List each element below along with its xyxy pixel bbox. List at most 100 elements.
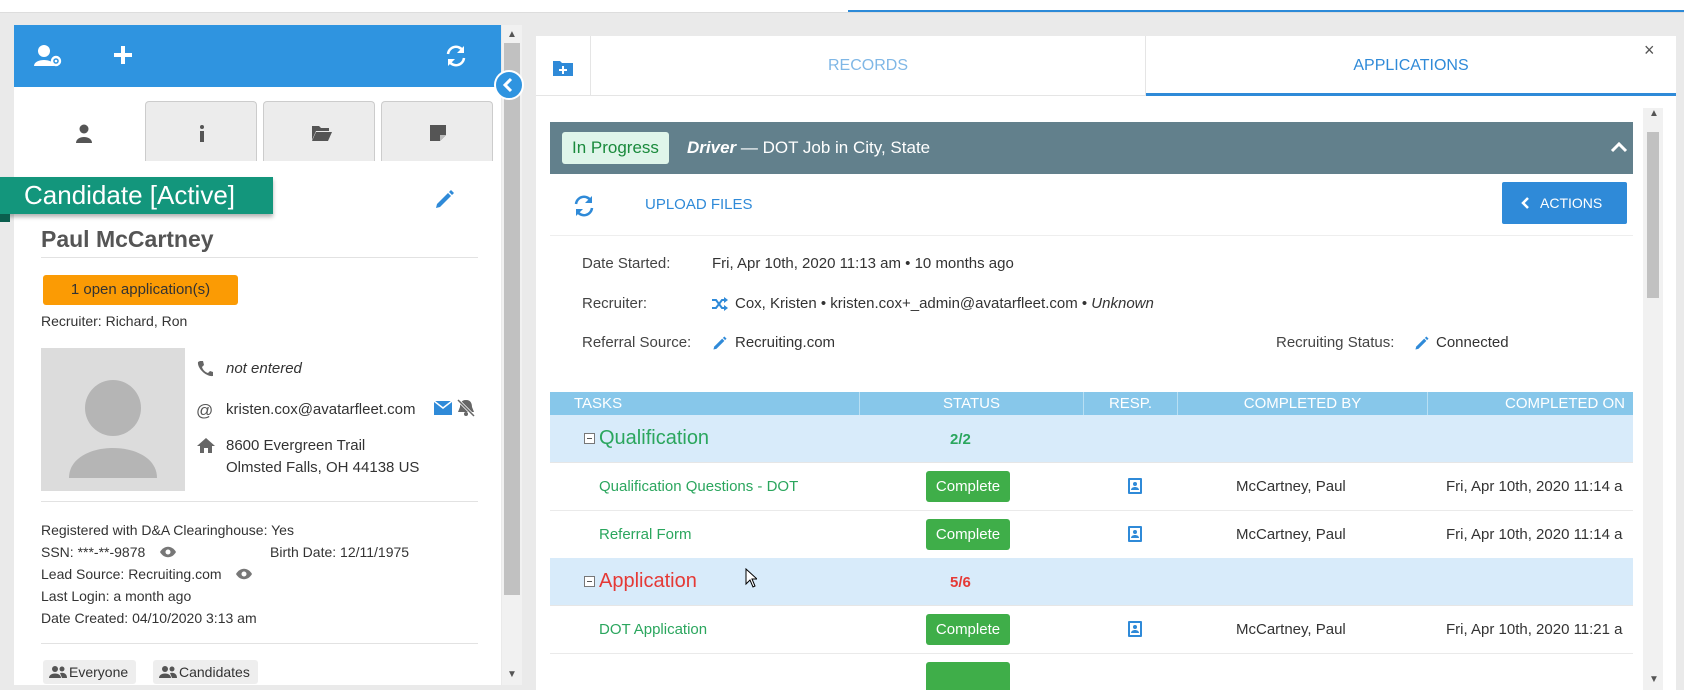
recruiting-status-value: Connected	[1436, 334, 1509, 351]
column-header-tasks[interactable]: TASKS	[550, 392, 860, 415]
left-scrollbar[interactable]: ▲ ▼	[502, 25, 522, 685]
right-scrollbar[interactable]: ▲ ▼	[1643, 108, 1663, 690]
last-login-label: Last Login:	[41, 588, 110, 604]
at-icon: @	[196, 401, 214, 420]
complete-status-button-partial[interactable]	[926, 662, 1010, 690]
candidate-status-text: Candidate [Active]	[24, 180, 236, 210]
recruiting-status-label: Recruiting Status:	[1276, 334, 1395, 351]
collapse-panel-button[interactable]	[494, 70, 524, 100]
open-applications-badge[interactable]: 1 open application(s)	[43, 275, 238, 305]
job-location: — DOT Job in City, State	[736, 138, 931, 157]
chevron-left-icon	[502, 77, 513, 93]
recruiter-label: Recruiter:	[41, 313, 102, 329]
bell-slash-icon[interactable]	[456, 398, 476, 421]
task-group-count: 5/6	[950, 574, 971, 591]
application-card: In Progress Driver — DOT Job in City, St…	[550, 122, 1633, 690]
date-started-label: Date Started:	[582, 255, 671, 272]
candidate-panel-header	[14, 25, 501, 87]
actions-button[interactable]: ACTIONS	[1502, 182, 1627, 224]
contact-card-icon[interactable]	[1128, 526, 1142, 547]
edit-recruiting-status-icon[interactable]	[1414, 335, 1430, 356]
task-link[interactable]: Referral Form	[599, 526, 692, 543]
scroll-down-arrow[interactable]: ▼	[1649, 674, 1659, 685]
task-group-name: Qualification	[599, 427, 710, 449]
user-gear-icon[interactable]	[34, 44, 62, 73]
table-row: Qualification Questions - DOT Complete M…	[550, 463, 1633, 511]
chevron-left-icon	[1521, 197, 1529, 209]
complete-status-button[interactable]: Complete	[926, 519, 1010, 550]
tab-info[interactable]	[145, 101, 257, 161]
contact-card-icon[interactable]	[1128, 621, 1142, 642]
scroll-thumb[interactable]	[504, 43, 520, 595]
date-created-label: Date Created:	[41, 610, 129, 626]
task-link[interactable]: Qualification Questions - DOT	[599, 478, 798, 495]
phone-icon	[196, 360, 214, 382]
collapse-group-icon[interactable]	[584, 433, 595, 444]
group-chip-label: Everyone	[69, 664, 129, 680]
tasks-table-header: TASKS STATUS RESP. COMPLETED BY COMPLETE…	[550, 392, 1633, 415]
refresh-icon[interactable]	[444, 44, 468, 73]
upload-files-link[interactable]: UPLOAD FILES	[645, 196, 753, 213]
group-chip-candidates[interactable]: Candidates	[153, 660, 258, 684]
address-line-2: Olmsted Falls, OH 44138 US	[226, 459, 420, 476]
email-value[interactable]: kristen.cox@avatarfleet.com	[226, 401, 415, 418]
scroll-up-arrow[interactable]: ▲	[507, 29, 517, 40]
plus-icon[interactable]	[112, 44, 134, 71]
date-created-value: 04/10/2020 3:13 am	[132, 610, 257, 626]
completed-by: McCartney, Paul	[1236, 478, 1346, 495]
column-header-resp[interactable]: RESP.	[1084, 392, 1178, 415]
lead-source-label: Lead Source:	[41, 566, 125, 582]
scroll-up-arrow[interactable]: ▲	[1649, 108, 1659, 119]
group-chip-everyone[interactable]: Everyone	[43, 660, 137, 684]
refresh-icon[interactable]	[572, 194, 596, 223]
task-link[interactable]: DOT Application	[599, 621, 707, 638]
tab-applications[interactable]: APPLICATIONS	[1146, 36, 1676, 96]
complete-status-button[interactable]: Complete	[926, 471, 1010, 502]
tab-records[interactable]: RECORDS	[591, 36, 1146, 96]
eye-icon[interactable]	[159, 545, 177, 561]
divider	[41, 643, 478, 644]
complete-status-button[interactable]: Complete	[926, 614, 1010, 645]
scroll-down-arrow[interactable]: ▼	[507, 669, 517, 680]
app-recruiter-label: Recruiter:	[582, 295, 648, 312]
edit-candidate-icon[interactable]	[434, 188, 456, 215]
mouse-cursor	[745, 567, 759, 593]
collapse-group-icon[interactable]	[584, 576, 595, 587]
column-header-status[interactable]: STATUS	[860, 392, 1084, 415]
note-icon	[430, 125, 446, 141]
shuffle-icon[interactable]	[712, 297, 728, 316]
avatar	[41, 348, 185, 491]
chevron-up-icon[interactable]	[1610, 140, 1628, 159]
column-header-completed-by[interactable]: COMPLETED BY	[1178, 392, 1428, 415]
close-icon[interactable]: ×	[1644, 40, 1655, 61]
task-group-count: 2/2	[950, 431, 971, 448]
tab-profile[interactable]	[27, 101, 139, 161]
column-header-completed-on[interactable]: COMPLETED ON	[1428, 392, 1633, 415]
records-tabs: RECORDS APPLICATIONS	[536, 36, 1676, 96]
eye-icon[interactable]	[235, 567, 253, 583]
contact-card-icon[interactable]	[1128, 478, 1142, 499]
info-icon	[200, 125, 204, 142]
scroll-thumb[interactable]	[1647, 132, 1659, 298]
ssn-row: SSN: ***-**-9878	[41, 544, 177, 561]
folder-open-icon	[312, 126, 332, 141]
app-recruiter-value: Cox, Kristen • kristen.cox+_admin@avatar…	[735, 295, 1154, 312]
add-folder-button[interactable]	[536, 36, 591, 96]
ssn-value: ***-**-9878	[77, 544, 146, 560]
clearinghouse-label: Registered with D&A Clearinghouse:	[41, 522, 268, 538]
date-started-value: Fri, Apr 10th, 2020 11:13 am • 10 months…	[712, 255, 1014, 272]
app-recruiter-unknown: Unknown	[1091, 295, 1154, 312]
task-group-row: Application 5/6	[550, 558, 1633, 606]
tab-notes[interactable]	[381, 101, 493, 161]
ssn-label: SSN:	[41, 544, 74, 560]
birth-date-value: 12/11/1975	[340, 544, 410, 560]
application-header[interactable]: In Progress Driver — DOT Job in City, St…	[550, 122, 1633, 174]
envelope-icon[interactable]	[433, 400, 453, 419]
table-row-partial	[550, 654, 1633, 690]
tab-documents[interactable]	[263, 101, 375, 161]
address-line-1: 8600 Evergreen Trail	[226, 437, 366, 454]
top-bar	[0, 0, 1684, 13]
app-recruiter-contact: Cox, Kristen • kristen.cox+_admin@avatar…	[735, 295, 1088, 312]
birth-date-row: Birth Date: 12/11/1975	[270, 544, 409, 560]
edit-referral-icon[interactable]	[712, 335, 728, 356]
